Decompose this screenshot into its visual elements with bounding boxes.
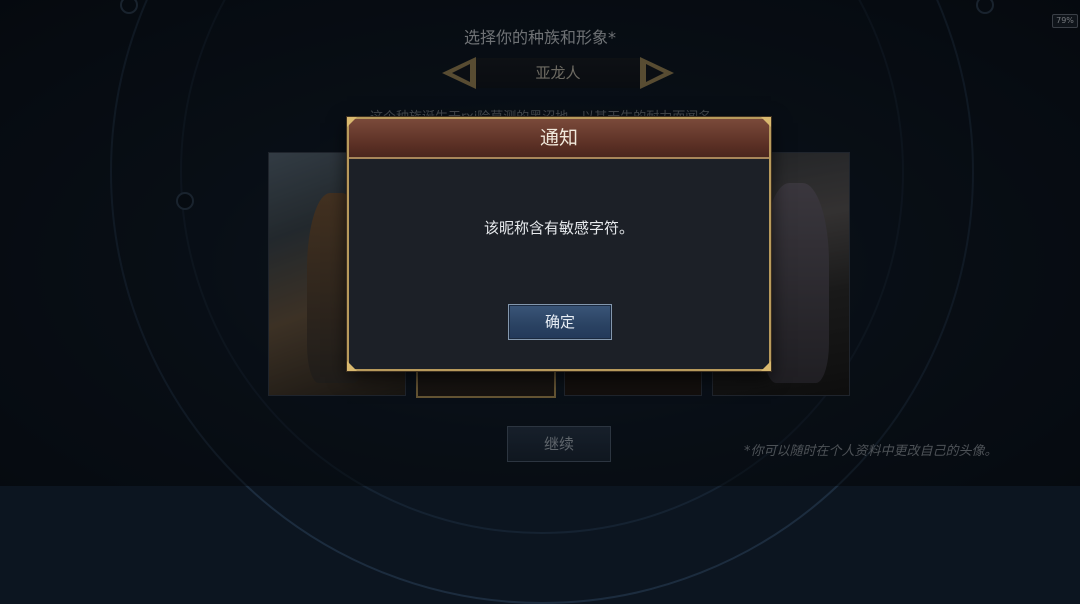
corner-ornament bbox=[761, 361, 771, 371]
notification-dialog: 通知 该昵称含有敏感字符。 确定 bbox=[347, 117, 771, 371]
corner-ornament bbox=[761, 117, 771, 127]
dialog-title: 通知 bbox=[349, 119, 769, 159]
corner-ornament bbox=[347, 117, 357, 127]
confirm-button[interactable]: 确定 bbox=[508, 304, 612, 340]
dialog-message: 该昵称含有敏感字符。 bbox=[483, 219, 634, 237]
corner-ornament bbox=[347, 361, 357, 371]
